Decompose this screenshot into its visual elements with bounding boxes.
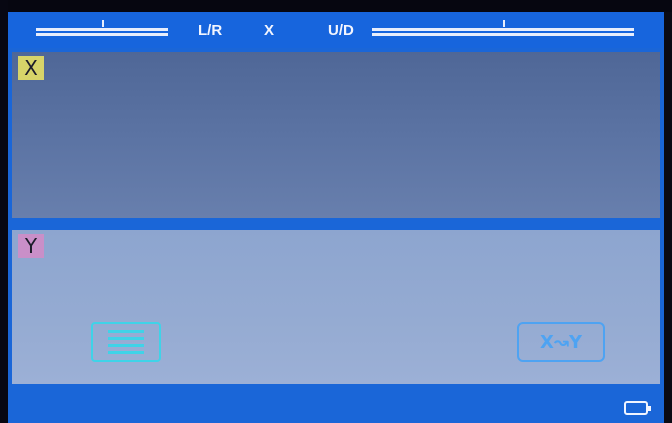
menu-icon bbox=[108, 330, 144, 354]
display-screen: L/R X U/D X Y X↝Y bbox=[8, 12, 664, 423]
battery-icon bbox=[624, 401, 651, 415]
device-bezel-top bbox=[0, 0, 672, 12]
swap-xy-button[interactable]: X↝Y bbox=[517, 322, 605, 362]
lr-label: L/R bbox=[198, 22, 223, 39]
device-bezel-left bbox=[0, 0, 8, 423]
y-camera-view: Y X↝Y bbox=[12, 230, 660, 384]
ud-position-slider[interactable] bbox=[372, 20, 634, 38]
menu-button[interactable] bbox=[91, 322, 161, 362]
x-view-badge: X bbox=[18, 56, 44, 80]
lr-position-slider[interactable] bbox=[36, 20, 168, 38]
x-view-label: X bbox=[24, 56, 38, 80]
y-view-label: Y bbox=[24, 234, 38, 258]
axis-indicator: X bbox=[264, 22, 275, 39]
x-camera-view: X bbox=[12, 52, 660, 218]
y-view-badge: Y bbox=[18, 234, 44, 258]
swap-xy-icon: X↝Y bbox=[540, 331, 582, 353]
ud-position-marker bbox=[503, 20, 505, 27]
ud-label: U/D bbox=[328, 22, 354, 39]
top-status-bar: L/R X U/D bbox=[8, 12, 664, 48]
lr-position-marker bbox=[102, 20, 104, 27]
